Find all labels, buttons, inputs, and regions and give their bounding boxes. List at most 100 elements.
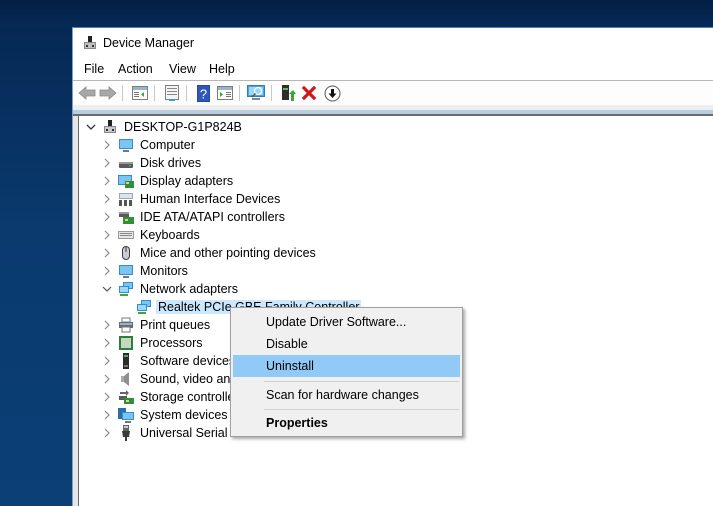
printer-icon [118,317,134,333]
tree-root[interactable]: DESKTOP-G1P824B [84,118,244,136]
menu-separator [264,409,459,410]
menu-item-update-driver[interactable]: Update Driver Software... [233,311,460,333]
menu-item-label: Update Driver Software... [266,315,407,329]
tree-category[interactable]: Mice and other pointing devices [100,244,318,262]
show-hide-action-pane-button[interactable] [215,83,235,103]
software-device-icon [118,353,134,369]
speaker-icon [118,371,134,387]
usb-icon [118,425,134,441]
toolbar: ? [73,81,713,105]
tree-category[interactable]: Keyboards [100,226,202,244]
help-icon: ? [196,84,210,102]
tree-category-label: Keyboards [140,228,200,242]
show-hide-console-tree-button[interactable] [130,83,150,103]
tree-category-label: Human Interface Devices [140,192,281,206]
menu-item-properties[interactable]: Properties [233,412,460,434]
title-bar[interactable]: Device Manager [73,28,713,60]
tree-category[interactable]: Monitors [100,262,190,280]
chevron-right-icon[interactable] [100,352,114,370]
tree-category-label: Computer [140,138,195,152]
menu-item-scan-hardware[interactable]: Scan for hardware changes [233,384,460,406]
keyboard-icon [118,227,134,243]
back-arrow-icon [78,86,96,100]
tree-category[interactable]: IDE ATA/ATAPI controllers [100,208,287,226]
tree-category-label: Monitors [140,264,188,278]
chevron-right-icon[interactable] [100,136,114,154]
chevron-right-icon[interactable] [100,370,114,388]
uninstall-button[interactable] [299,83,319,103]
menu-separator [264,381,459,382]
computer-tower-icon [102,119,118,135]
forward-button[interactable] [98,83,118,103]
menu-item-uninstall[interactable]: Uninstall [233,355,460,377]
window-title: Device Manager [103,36,195,50]
menu-file[interactable]: File [82,62,106,76]
computer-icon [118,137,134,153]
network-adapter-icon [136,299,152,315]
chevron-right-icon[interactable] [100,262,114,280]
menu-item-label: Properties [266,416,328,430]
chevron-right-icon[interactable] [100,226,114,244]
device-manager-icon [82,35,98,51]
svg-text:?: ? [199,86,206,101]
chevron-right-icon[interactable] [100,388,114,406]
disable-down-arrow-icon [324,85,340,101]
menu-help[interactable]: Help [207,62,237,76]
context-menu: Update Driver Software... Disable Uninst… [230,307,463,437]
properties-button[interactable] [162,83,182,103]
scan-monitor-icon [247,85,265,100]
tree-category[interactable]: Software devices [100,352,237,370]
tree-category[interactable]: Processors [100,334,205,352]
chevron-right-icon[interactable] [100,424,114,442]
update-driver-icon [282,84,296,101]
chevron-right-icon[interactable] [100,316,114,334]
menu-item-label: Uninstall [266,359,314,373]
action-pane-icon [217,86,233,100]
tree-category-label: Processors [140,336,203,350]
desktop-background [0,0,713,27]
chevron-down-icon[interactable] [100,280,114,298]
chevron-right-icon[interactable] [100,406,114,424]
tree-category[interactable]: Disk drives [100,154,203,172]
tree-category[interactable]: Display adapters [100,172,235,190]
tree-category-label: Network adapters [140,282,238,296]
console-tree-icon [132,86,148,100]
disable-device-button[interactable] [322,83,342,103]
chevron-right-icon[interactable] [100,208,114,226]
back-button[interactable] [77,83,97,103]
menu-item-disable[interactable]: Disable [233,333,460,355]
tree-category[interactable]: Computer [100,136,197,154]
uninstall-x-icon [302,86,316,100]
menu-item-label: Scan for hardware changes [266,388,419,402]
system-device-icon [118,407,134,423]
menu-view[interactable]: View [167,62,198,76]
disk-drive-icon [118,155,134,171]
chevron-right-icon[interactable] [100,244,114,262]
tree-category[interactable]: System devices [100,406,230,424]
menu-item-label: Disable [266,337,308,351]
chevron-right-icon[interactable] [100,172,114,190]
chevron-right-icon[interactable] [100,154,114,172]
monitor-icon [118,263,134,279]
network-adapter-icon [118,281,134,297]
help-button[interactable]: ? [193,83,213,103]
processor-icon [118,335,134,351]
chevron-down-icon[interactable] [84,118,98,136]
tree-category-label: Disk drives [140,156,202,170]
tree-category-label: IDE ATA/ATAPI controllers [140,210,285,224]
update-driver-button[interactable] [278,83,298,103]
hid-icon [118,191,134,207]
tree-category[interactable]: Network adapters [100,280,240,298]
tree-category-label: System devices [140,408,228,422]
tree-category[interactable]: Storage controllers [100,388,247,406]
chevron-right-icon[interactable] [100,190,114,208]
tree-category-label: Mice and other pointing devices [140,246,316,260]
tree-root-label: DESKTOP-G1P824B [124,120,242,134]
storage-controller-icon [118,389,134,405]
tree-category[interactable]: Human Interface Devices [100,190,282,208]
menu-action[interactable]: Action [116,62,155,76]
tree-category[interactable]: Print queues [100,316,212,334]
ide-controller-icon [118,209,134,225]
scan-hardware-button[interactable] [246,83,266,103]
chevron-right-icon[interactable] [100,334,114,352]
